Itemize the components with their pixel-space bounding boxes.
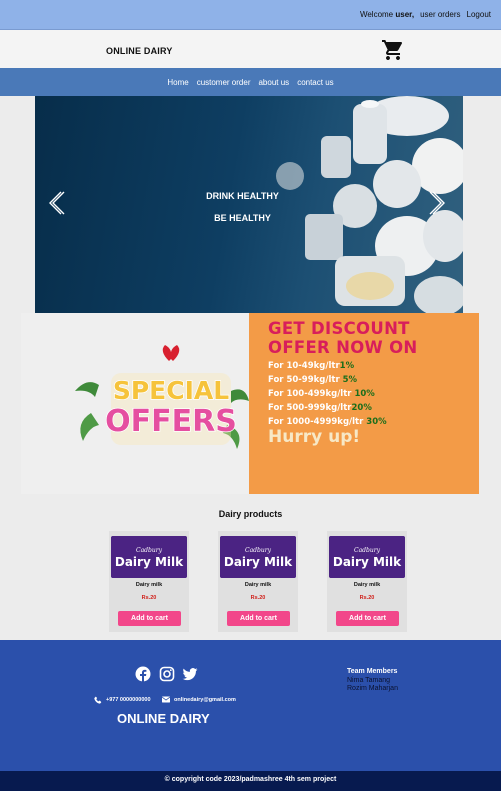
phone-icon: [94, 696, 102, 704]
contact-email: onlinedairy@gmail.com: [162, 696, 236, 703]
svg-text:Dairy Milk: Dairy Milk: [224, 555, 293, 569]
contact-phone: +977 0000000000: [94, 696, 151, 704]
instagram-icon[interactable]: [159, 666, 175, 682]
discount-panel: GET DISCOUNT OFFER NOW ON For 10-49kg/lt…: [249, 313, 479, 494]
envelope-icon: [162, 696, 170, 703]
hero-carousel: DRINK HEALTHY BE HEALTHY: [35, 96, 463, 313]
discount-tier: For 100-499kg/ltr 10%: [268, 389, 375, 399]
top-bar: Welcome user, user orders Logout: [0, 0, 501, 30]
svg-text:Dairy Milk: Dairy Milk: [115, 555, 184, 569]
copyright-bar: © copyright code 2023/padmashree 4th sem…: [0, 771, 501, 791]
add-to-cart-button[interactable]: Add to cart: [336, 611, 399, 626]
hurry-up-text: Hurry up!: [268, 427, 361, 447]
welcome-text: Welcome user,: [359, 10, 415, 19]
product-image: Cadbury Dairy Milk: [220, 536, 296, 578]
team-member: Rozim Maharjan: [347, 685, 398, 692]
add-to-cart-button[interactable]: Add to cart: [118, 611, 181, 626]
logout-link[interactable]: Logout: [467, 10, 491, 19]
milk-bottles-image: [276, 96, 463, 313]
shopping-cart-icon[interactable]: [381, 38, 405, 62]
chevron-left-icon[interactable]: [45, 190, 67, 216]
svg-text:SPECIAL: SPECIAL: [113, 376, 229, 405]
svg-text:Cadbury: Cadbury: [245, 547, 272, 554]
product-card: Cadbury Dairy Milk Dairy milk Rs.20 Add …: [218, 531, 298, 632]
discount-tiers: For 10-49kg/ltr1% For 50-99kg/ltr 5% For…: [268, 359, 387, 429]
special-offers-panel: SPECIAL OFFERS: [21, 313, 249, 494]
svg-text:Cadbury: Cadbury: [354, 547, 381, 554]
facebook-icon[interactable]: [135, 666, 151, 682]
add-to-cart-button[interactable]: Add to cart: [227, 611, 290, 626]
product-name: Dairy milk: [244, 582, 272, 588]
product-image: Cadbury Dairy Milk: [329, 536, 405, 578]
site-brand[interactable]: ONLINE DAIRY: [106, 46, 173, 56]
product-price: Rs.20: [250, 595, 266, 601]
site-footer: +977 0000000000 onlinedairy@gmail.com ON…: [0, 640, 501, 771]
offer-banner: SPECIAL OFFERS GET DISCOUNT OFFER NOW ON…: [21, 313, 479, 494]
svg-text:OFFERS: OFFERS: [105, 404, 237, 439]
svg-text:Cadbury: Cadbury: [136, 547, 163, 554]
product-card: Cadbury Dairy Milk Dairy milk Rs.20 Add …: [109, 531, 189, 632]
discount-tier: For 50-99kg/ltr 5%: [268, 375, 358, 385]
product-name: Dairy milk: [135, 582, 163, 588]
nav-customer-order[interactable]: customer order: [197, 78, 251, 87]
nav-home[interactable]: Home: [167, 78, 188, 87]
special-offers-logo: SPECIAL OFFERS: [75, 345, 249, 449]
product-price: Rs.20: [141, 595, 157, 601]
user-orders-link[interactable]: user orders: [420, 10, 460, 19]
discount-tier: For 10-49kg/ltr1%: [268, 361, 355, 371]
nav-contact-us[interactable]: contact us: [297, 78, 333, 87]
discount-tier: For 500-999kg/ltr20%: [268, 403, 372, 413]
footer-brand: ONLINE DAIRY: [117, 711, 210, 726]
main-nav: Home customer order about us contact us: [0, 68, 501, 96]
username: user,: [395, 10, 415, 19]
discount-title: GET DISCOUNT OFFER NOW ON: [268, 319, 418, 357]
team-member: Nima Tamang: [347, 677, 391, 684]
products-section-title: Dairy products: [218, 509, 283, 519]
product-price: Rs.20: [359, 595, 375, 601]
svg-text:Dairy Milk: Dairy Milk: [333, 555, 402, 569]
team-members-title: Team Members: [347, 668, 398, 675]
product-name: Dairy milk: [353, 582, 381, 588]
product-card: Cadbury Dairy Milk Dairy milk Rs.20 Add …: [327, 531, 407, 632]
product-image: Cadbury Dairy Milk: [111, 536, 187, 578]
hero-line-1: DRINK HEALTHY: [206, 191, 279, 201]
nav-about-us[interactable]: about us: [258, 78, 289, 87]
hero-line-2: BE HEALTHY: [214, 213, 271, 223]
site-header: ONLINE DAIRY: [0, 30, 501, 68]
chevron-right-icon[interactable]: [427, 190, 449, 216]
twitter-icon[interactable]: [182, 666, 198, 682]
